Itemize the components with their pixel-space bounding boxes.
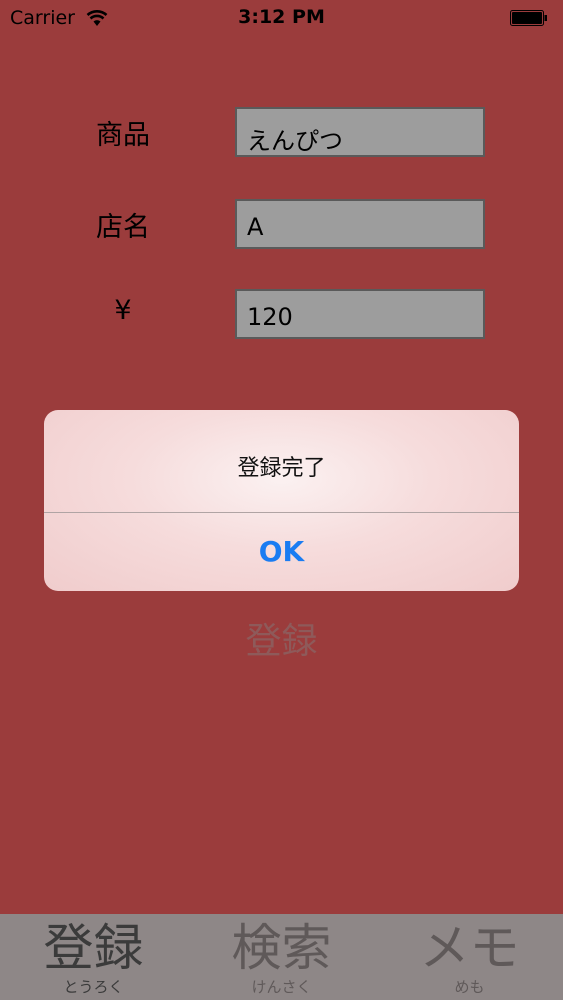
price-field[interactable]: 120: [235, 289, 485, 339]
status-bar: Carrier 3:12 PM: [0, 0, 563, 38]
tab-memo-label: メモ: [419, 919, 520, 977]
tab-register[interactable]: 登録 とうろく: [0, 914, 187, 1000]
tab-search-label: 検索: [231, 919, 332, 977]
tab-search-reading: けんさく: [251, 978, 312, 996]
tab-register-label: 登録: [43, 919, 144, 977]
alert-ok-button[interactable]: OK: [44, 513, 519, 591]
product-label: 商品: [96, 120, 150, 151]
status-time: 3:12 PM: [238, 6, 325, 28]
battery-icon: [510, 10, 547, 26]
tab-bar: 登録 とうろく 検索 けんさく メモ めも: [0, 914, 563, 1000]
register-button[interactable]: 登録: [0, 612, 563, 664]
product-field[interactable]: えんぴつ: [235, 107, 485, 157]
alert-message: 登録完了: [237, 456, 326, 481]
store-field[interactable]: A: [235, 199, 485, 249]
store-label: 店名: [96, 212, 150, 243]
tab-memo[interactable]: メモ めも: [376, 914, 563, 1000]
alert-dialog: 登録完了 OK: [44, 410, 519, 591]
price-label: ¥: [114, 295, 132, 326]
tab-search[interactable]: 検索 けんさく: [188, 914, 375, 1000]
tab-register-reading: とうろく: [63, 978, 124, 996]
tab-memo-reading: めも: [454, 978, 485, 996]
